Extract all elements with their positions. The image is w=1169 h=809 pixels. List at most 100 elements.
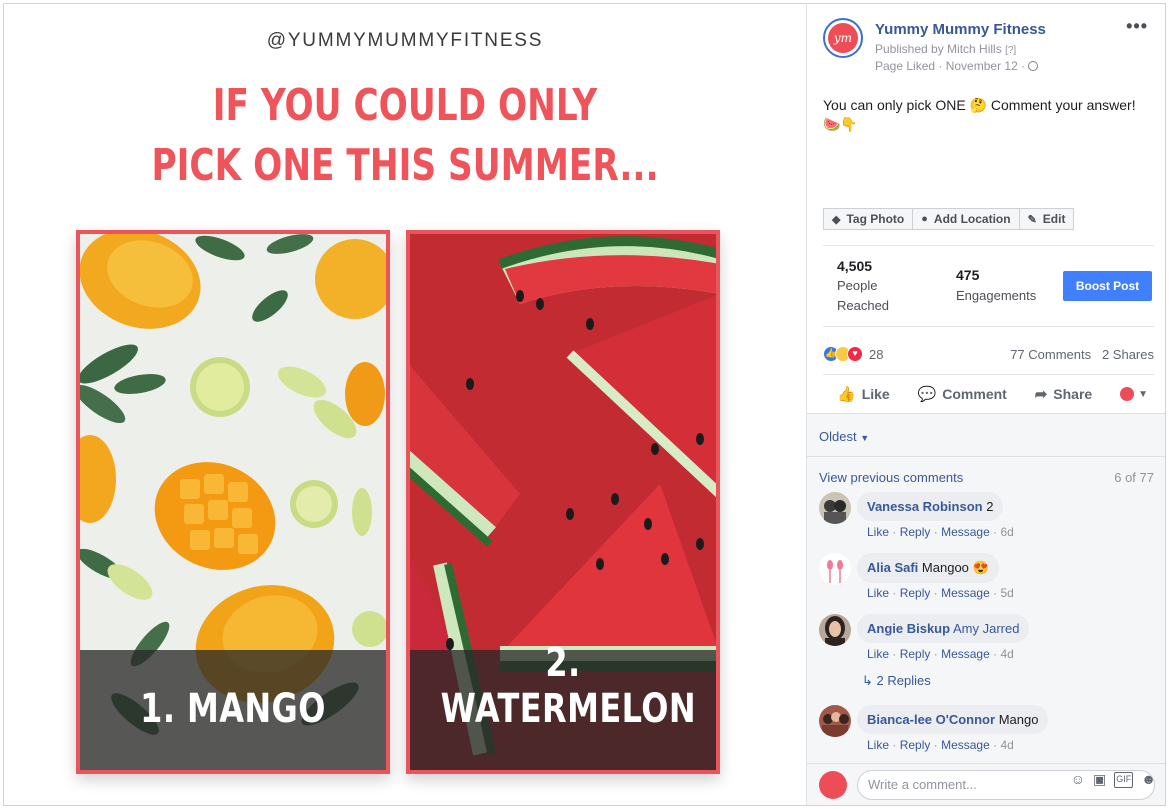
comment-timestamp[interactable]: 6d <box>1000 525 1013 539</box>
comment-timestamp[interactable]: 4d <box>1000 647 1013 661</box>
page-avatar[interactable]: ym <box>823 18 863 58</box>
page-liked-text: Page Liked · November 12 · <box>875 59 1026 73</box>
write-comment-bar: Write a comment... ☺ ▣ GIF ☻ <box>807 763 1165 805</box>
avatar-photo <box>824 500 846 524</box>
commenter-name[interactable]: Angie Biskup <box>867 621 950 636</box>
commenter-avatar[interactable] <box>819 705 851 737</box>
emoji-icon[interactable]: ☺ <box>1071 771 1085 788</box>
mango-panel: 1. MANGO <box>76 230 390 774</box>
comment-bubble: Vanessa Robinson 2 <box>857 492 1004 521</box>
edit-button[interactable]: ✎ Edit <box>1019 208 1075 230</box>
love-reaction-icon: ♥ <box>847 346 863 362</box>
published-help-link[interactable]: [?] <box>1005 45 1016 56</box>
comment-bubble: Alia Safi Mangoo 😍 <box>857 553 999 583</box>
published-by-text: Published by Mitch Hills <box>875 42 1002 56</box>
edit-label: Edit <box>1042 212 1066 226</box>
chevron-down-icon: ▼ <box>1138 388 1148 400</box>
caption-emoji: 🍉👇 <box>823 116 858 132</box>
view-replies-link[interactable]: ↳ 2 Replies <box>862 673 931 689</box>
published-by: Published by Mitch Hills [?] <box>875 42 1016 56</box>
comment-like-link[interactable]: Like <box>867 738 889 752</box>
comment-timestamp[interactable]: 4d <box>1000 738 1013 752</box>
divider <box>823 326 1154 327</box>
comment-actions: Like · Reply · Message · 4d <box>867 738 1014 752</box>
comments-count-link[interactable]: 77 Comments <box>1010 347 1091 362</box>
comments-section: Oldest ▼ View previous comments 6 of 77 … <box>807 413 1165 805</box>
post-photo[interactable]: @YUMMYMUMMYFITNESS IF YOU COULD ONLY PIC… <box>4 4 806 805</box>
avatar-photo <box>825 616 845 646</box>
commenter-avatar[interactable] <box>819 614 851 646</box>
add-location-label: Add Location <box>933 212 1011 226</box>
tag-photo-button[interactable]: ◆ Tag Photo <box>823 208 914 230</box>
reactions-summary[interactable]: 👍 ♥ 28 <box>823 346 883 362</box>
composer-tools: ☺ ▣ GIF ☻ <box>1071 771 1156 788</box>
sticker-icon[interactable]: ☻ <box>1141 771 1156 788</box>
chevron-down-icon: ▼ <box>860 433 870 443</box>
comment-text: Mangoo 😍 <box>921 560 989 575</box>
comment-reply-link[interactable]: Reply <box>900 738 931 752</box>
photo-headline-line2: PICK ONE THIS SUMMER... <box>151 140 659 191</box>
like-label: Like <box>861 386 890 402</box>
comment-reply-link[interactable]: Reply <box>900 647 931 661</box>
comment-timestamp[interactable]: 5d <box>1000 586 1013 600</box>
comment-actions: Like · Reply · Message · 4d <box>867 647 1014 661</box>
composer-avatar <box>819 771 847 799</box>
commenter-name[interactable]: Vanessa Robinson <box>867 499 983 514</box>
comment-button[interactable]: 💬 Comment <box>918 385 1007 403</box>
divider <box>823 245 1154 246</box>
option-watermelon-label: 2. WATERMELON <box>440 640 697 732</box>
comment-label: Comment <box>942 386 1007 402</box>
comment-reply-link[interactable]: Reply <box>900 525 931 539</box>
camera-icon[interactable]: ▣ <box>1093 771 1106 788</box>
page-mini-avatar <box>1120 387 1135 401</box>
gif-icon[interactable]: GIF <box>1114 772 1134 788</box>
commenter-name[interactable]: Bianca-lee O'Connor <box>867 712 995 727</box>
people-reached-value: 4,505 <box>837 258 873 274</box>
comment-text: 2 <box>986 499 994 514</box>
view-previous-comments-link[interactable]: View previous comments <box>819 470 963 485</box>
commenter-avatar[interactable] <box>819 553 851 585</box>
comment-like-link[interactable]: Like <box>867 586 889 600</box>
comment-like-link[interactable]: Like <box>867 525 889 539</box>
commenter-name[interactable]: Alia Safi <box>867 560 918 575</box>
comment-message-link[interactable]: Message <box>941 647 990 661</box>
add-location-button[interactable]: ● Add Location <box>913 208 1020 230</box>
shares-count-link[interactable]: 2 Shares <box>1102 347 1154 362</box>
reply-arrow-icon: ↳ <box>862 673 873 688</box>
share-arrow-icon: ➦ <box>1034 386 1048 403</box>
pencil-icon: ✎ <box>1027 213 1037 226</box>
speech-bubble-icon: 💬 <box>917 386 937 403</box>
comment-sort-dropdown[interactable]: Oldest ▼ <box>819 429 869 444</box>
view-replies-label: 2 Replies <box>876 673 931 688</box>
comment-actions: Like · Reply · Message · 6d <box>867 525 1014 539</box>
tag-photo-label: Tag Photo <box>846 212 905 226</box>
comment-reply-link[interactable]: Reply <box>900 586 931 600</box>
page-name-link[interactable]: Yummy Mummy Fitness <box>875 21 1046 38</box>
share-button[interactable]: ➦ Share <box>1035 385 1093 403</box>
comment-actions: Like · Reply · Message · 5d <box>867 586 1014 600</box>
commenter-avatar[interactable] <box>819 492 851 524</box>
comment-message-link[interactable]: Message <box>941 738 990 752</box>
photo-handle: @YUMMYMUMMYFITNESS <box>266 30 544 51</box>
thumbs-up-icon: 👍 <box>837 386 856 403</box>
like-button[interactable]: 👍 Like <box>837 385 890 403</box>
people-reached-label-line2: Reached <box>837 298 890 313</box>
comment-message-link[interactable]: Message <box>941 525 990 539</box>
comment-like-link[interactable]: Like <box>867 647 889 661</box>
comment-message-link[interactable]: Message <box>941 586 990 600</box>
people-reached-label: People Reached <box>837 276 889 316</box>
post-caption: You can only pick ONE 🤔 Comment your ans… <box>823 96 1153 134</box>
avatar-photo <box>827 560 843 583</box>
post-viewer: @YUMMYMUMMYFITNESS IF YOU COULD ONLY PIC… <box>3 3 1166 806</box>
location-pin-icon: ● <box>921 213 928 225</box>
comment-text: Mango <box>998 712 1039 727</box>
tagged-user-link[interactable]: Amy Jarred <box>953 621 1019 636</box>
reactions-count: 28 <box>869 346 884 362</box>
divider <box>807 456 1165 457</box>
comments-page-count: 6 of 77 <box>1114 470 1154 485</box>
post-as-selector[interactable]: ▼ <box>1120 387 1148 401</box>
engagements-value: 475 <box>956 267 980 283</box>
share-label: Share <box>1053 386 1093 402</box>
boost-post-button[interactable]: Boost Post <box>1063 271 1152 301</box>
more-options-icon[interactable]: ••• <box>1126 16 1148 37</box>
